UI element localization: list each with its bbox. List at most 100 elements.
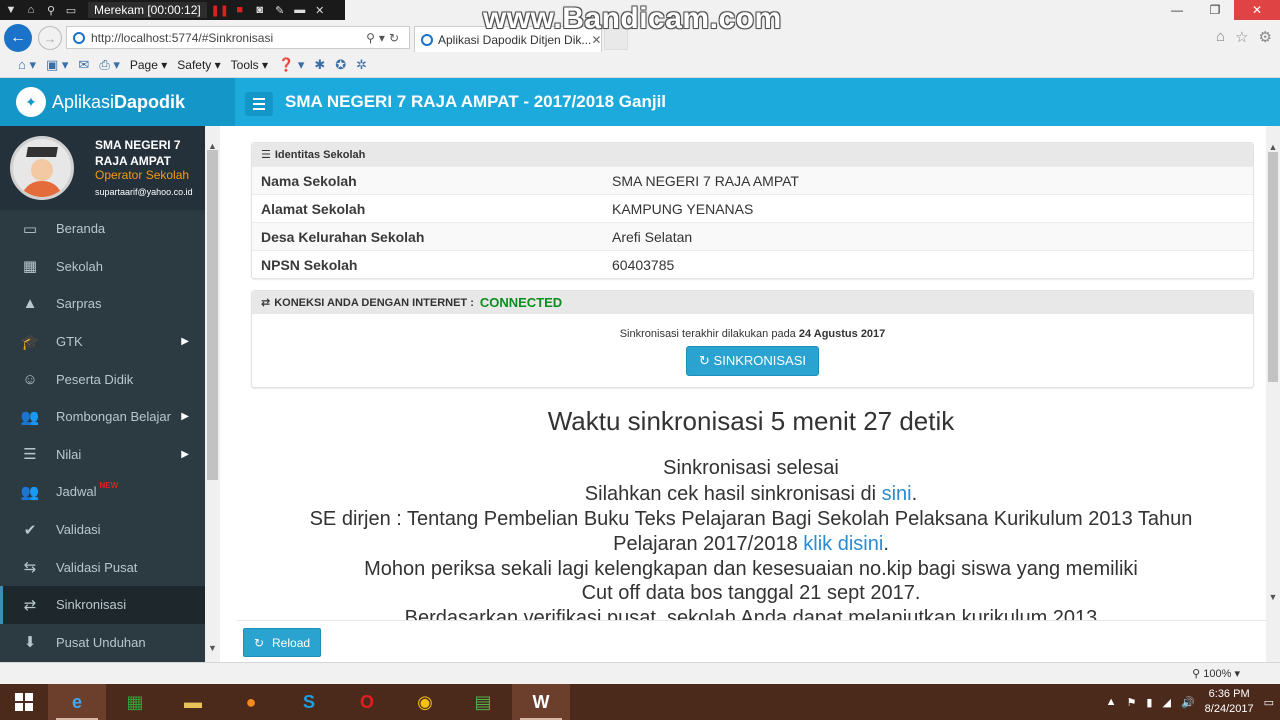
battery-icon[interactable]: ▮ <box>1146 696 1152 709</box>
scroll-down-icon[interactable]: ▼ <box>205 640 220 656</box>
skype-taskbar-icon[interactable]: S <box>280 684 338 720</box>
home-icon[interactable]: ⌂ <box>24 3 38 17</box>
sidebar-item-rombongan-belajar[interactable]: 👥 Rombongan Belajar ▶ <box>0 398 205 436</box>
identity-row: NPSN Sekolah 60403785 <box>252 250 1253 278</box>
sidebar-item-sekolah[interactable]: ▦ Sekolah <box>0 248 205 286</box>
minimize-button[interactable]: — <box>1158 0 1196 20</box>
connection-status: CONNECTED <box>479 295 563 310</box>
print-icon[interactable]: ⎙ ▾ <box>99 57 120 73</box>
sidebar-item-validasi[interactable]: ✔ Validasi <box>0 511 205 549</box>
address-tools: ⚲▾↻ <box>366 31 403 45</box>
search-icon[interactable]: ⚲ <box>44 3 58 17</box>
identity-row: Desa Kelurahan Sekolah Arefi Selatan <box>252 222 1253 250</box>
restore-button[interactable]: ❐ <box>1196 0 1234 20</box>
identity-value: SMA NEGERI 7 RAJA AMPAT <box>612 172 799 189</box>
clock[interactable]: 6:36 PM 8/24/2017 <box>1205 687 1254 717</box>
scroll-down-icon[interactable]: ▼ <box>1266 590 1280 604</box>
safety-menu[interactable]: Safety ▾ <box>177 58 220 72</box>
search-icon[interactable]: ⚲▾ <box>366 31 389 45</box>
notifications-icon[interactable]: ▭ <box>1264 696 1274 709</box>
url-text: http://localhost:5774/#Sinkronisasi <box>91 30 274 45</box>
scroll-thumb[interactable] <box>207 150 218 480</box>
ie-taskbar-icon[interactable]: e <box>48 684 106 720</box>
addon-icon[interactable]: ✱ <box>314 57 325 73</box>
sidebar-scrollbar[interactable]: ▲ ▼ <box>205 126 220 662</box>
media-taskbar-icon[interactable]: ▤ <box>454 684 512 720</box>
reload-button[interactable]: ↻ Reload <box>243 628 321 657</box>
tray-expand-icon[interactable]: ▲ <box>1106 696 1117 708</box>
scroll-thumb[interactable] <box>1268 152 1278 382</box>
check-result-link[interactable]: sini <box>882 483 912 505</box>
brand[interactable]: ✦ Aplikasi Dapodik <box>0 78 235 126</box>
sync-button[interactable]: ↻ SINKRONISASI <box>686 346 819 376</box>
sidebar-item-gtk[interactable]: 🎓 GTK ▶ <box>0 323 205 361</box>
last-sync-text: Sinkronisasi terakhir dilakukan pada 24 … <box>619 328 886 340</box>
firefox-taskbar-icon[interactable]: ● <box>222 684 280 720</box>
building-icon: ▦ <box>22 258 38 276</box>
sidebar-item-jadwal[interactable]: 👥 Jadwal NEW <box>0 473 205 511</box>
close-button[interactable]: ✕ <box>1234 0 1280 20</box>
sidebar-item-label: Pusat Unduhan <box>56 634 146 650</box>
windows-logo-icon <box>15 693 33 711</box>
identity-key: Alamat Sekolah <box>261 200 366 217</box>
sidebar-item-label: Peserta Didik <box>56 371 134 387</box>
back-button[interactable]: ← <box>4 24 32 52</box>
tab-ie-icon <box>421 33 433 46</box>
close-recorder-icon[interactable]: ✕ <box>313 3 327 17</box>
cutoff-notice: Cut off data bos tanggal 21 sept 2017. <box>581 582 921 604</box>
network-icon[interactable]: ◢ <box>1162 696 1170 709</box>
favorites-icon[interactable]: ☆ <box>1235 28 1248 46</box>
home-icon[interactable]: ⌂ ▾ <box>18 57 36 73</box>
start-button[interactable] <box>0 684 48 720</box>
sidebar-item-peserta-didik[interactable]: ☺ Peserta Didik <box>0 360 205 398</box>
flag-icon[interactable]: ⚑ <box>1127 696 1137 709</box>
identity-key: NPSN Sekolah <box>261 256 358 273</box>
window-icon[interactable]: ▭ <box>64 3 78 17</box>
sidebar-item-pusat-unduhan[interactable]: ⬇ Pusat Unduhan <box>0 624 205 662</box>
store-taskbar-icon[interactable]: ▦ <box>106 684 164 720</box>
sidebar-item-sinkronisasi[interactable]: ⇄ Sinkronisasi <box>0 585 205 624</box>
tools-menu[interactable]: Tools ▾ <box>231 58 268 72</box>
word-taskbar-icon[interactable]: W <box>512 684 570 720</box>
camera-icon[interactable]: ◙ <box>253 3 267 17</box>
feed-icon[interactable]: ▣ ▾ <box>46 57 68 73</box>
group-icon: 👥 <box>20 483 40 501</box>
help-icon[interactable]: ❓ ▾ <box>278 57 304 73</box>
dropdown-icon[interactable]: ▼ <box>4 3 18 17</box>
home-icon[interactable]: ⌂ <box>1216 28 1225 46</box>
sidebar-item-beranda[interactable]: ▭ Beranda <box>0 210 205 248</box>
chrome-taskbar-icon[interactable]: ◉ <box>396 684 454 720</box>
sidebar-item-label: Sekolah <box>56 258 103 274</box>
pencil-icon[interactable]: ✎ <box>273 3 287 17</box>
mail-icon[interactable]: ✉ <box>78 57 89 73</box>
volume-icon[interactable]: 🔊 <box>1181 696 1195 709</box>
zoom-level[interactable]: ⚲ 100% ▾ <box>1192 667 1240 680</box>
refresh-icon[interactable]: ↻ <box>389 31 403 45</box>
sidebar-item-sarpras[interactable]: ▲ Sarpras <box>0 285 205 323</box>
sidebar-toggle-button[interactable] <box>245 92 273 116</box>
pause-icon[interactable]: ❚❚ <box>211 3 229 17</box>
address-bar[interactable]: http://localhost:5774/#Sinkronisasi ⚲▾↻ <box>66 26 410 49</box>
settings-icon[interactable]: ⚙ <box>1259 28 1272 46</box>
chevron-right-icon: ▶ <box>181 336 189 348</box>
users-icon: 👥 <box>20 408 40 426</box>
stop-icon[interactable]: ■ <box>233 3 247 17</box>
opera-taskbar-icon[interactable]: O <box>338 684 396 720</box>
page-menu[interactable]: Page ▾ <box>130 58 167 72</box>
se-dirjen-line1: SE dirjen : Tentang Pembelian Buku Teks … <box>309 508 1193 530</box>
refresh-icon: ↻ <box>699 353 710 368</box>
user-panel: SMA NEGERI 7 RAJA AMPAT Operator Sekolah… <box>0 126 220 210</box>
zoom-icon: ⚲ <box>1192 668 1201 680</box>
addon-icon-2[interactable]: ✪ <box>335 57 346 73</box>
download-icon: ⬇ <box>23 634 37 652</box>
user-email: supartaarif@yahoo.co.id <box>95 187 193 197</box>
explorer-taskbar-icon[interactable]: ▬ <box>164 684 222 720</box>
minimize-recorder-icon[interactable]: ▬ <box>293 3 307 17</box>
content-scrollbar[interactable]: ▲ ▼ <box>1266 126 1280 662</box>
se-dirjen-link[interactable]: klik disini <box>803 533 883 555</box>
sidebar-item-validasi-pusat[interactable]: ⇆ Validasi Pusat <box>0 548 205 586</box>
sidebar-item-nilai[interactable]: ☰ Nilai ▶ <box>0 436 205 474</box>
forward-button[interactable]: → <box>38 26 62 50</box>
addon-icon-3[interactable]: ✲ <box>356 57 367 73</box>
app-header: ✦ Aplikasi Dapodik SMA NEGERI 7 RAJA AMPA… <box>0 78 1280 126</box>
